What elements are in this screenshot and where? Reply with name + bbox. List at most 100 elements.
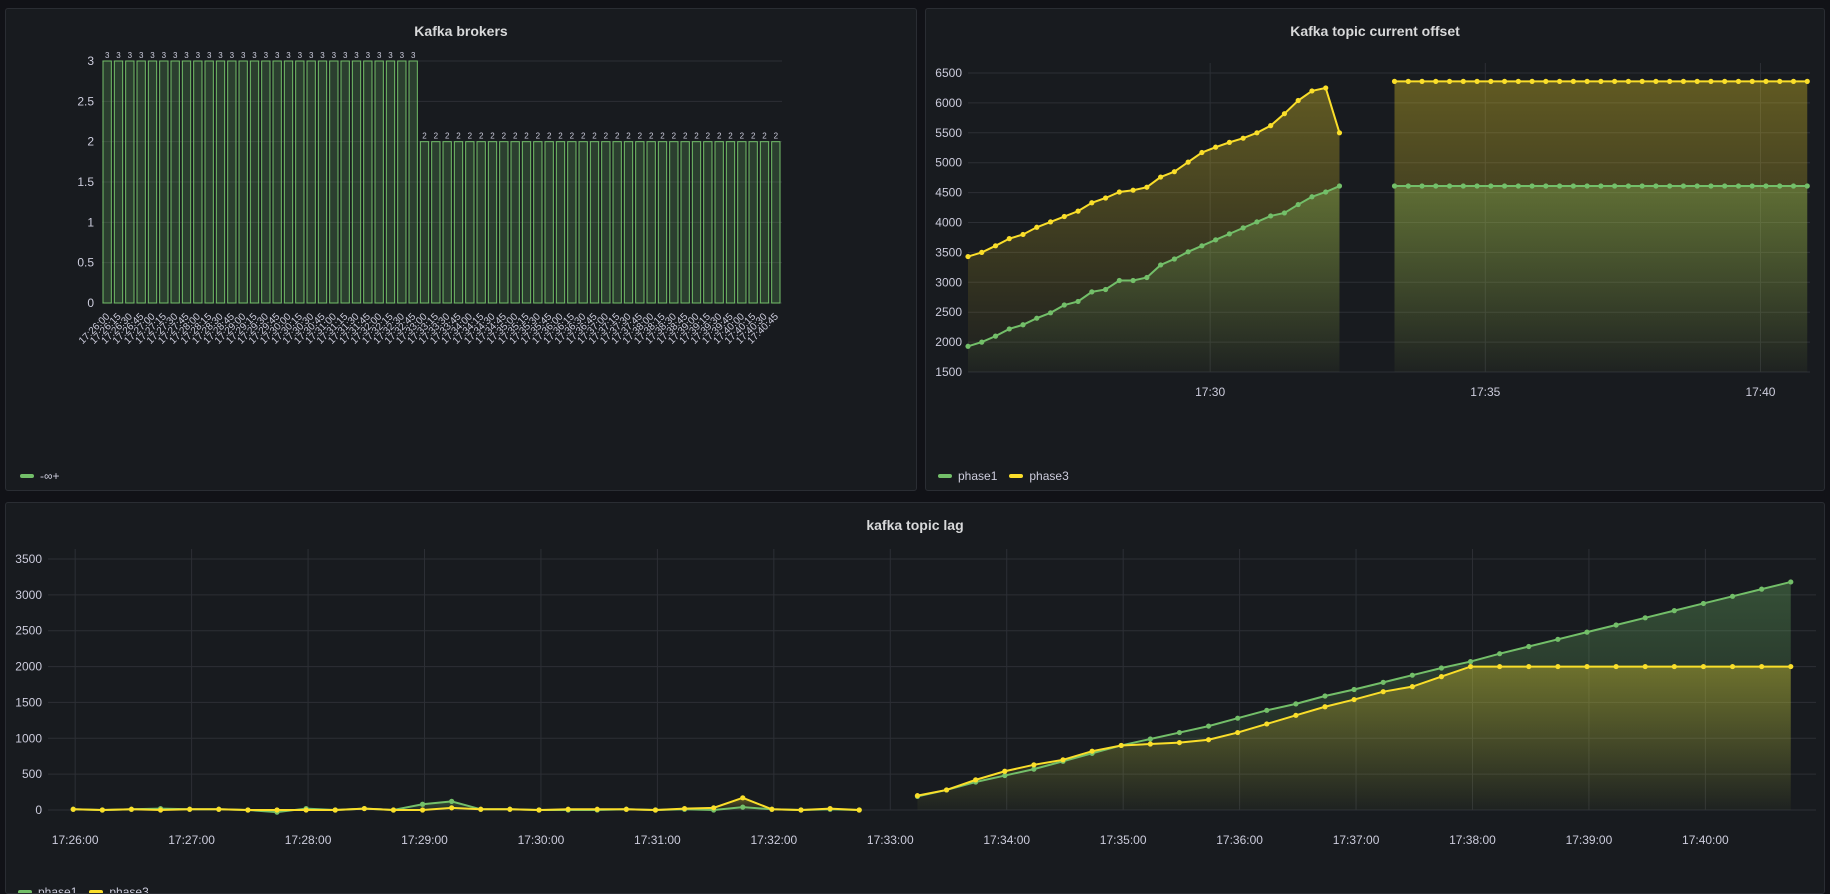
data-point[interactable] (992, 243, 999, 249)
data-point[interactable] (1323, 189, 1329, 195)
data-point[interactable] (1147, 741, 1153, 747)
data-point[interactable] (1226, 139, 1233, 145)
bar[interactable] (102, 60, 112, 304)
bar[interactable] (170, 60, 180, 304)
bar[interactable] (453, 141, 464, 304)
data-point[interactable] (1790, 183, 1797, 189)
bar[interactable] (680, 141, 690, 304)
data-point[interactable] (1268, 213, 1274, 219)
data-point[interactable] (1694, 78, 1700, 84)
data-point[interactable] (303, 807, 309, 813)
data-point[interactable] (1419, 183, 1425, 189)
bar[interactable] (521, 141, 532, 304)
data-point[interactable] (419, 801, 426, 807)
data-point[interactable] (1671, 608, 1677, 614)
bar[interactable] (567, 141, 577, 304)
data-point[interactable] (216, 806, 222, 812)
data-point[interactable] (1130, 277, 1136, 284)
data-point[interactable] (1213, 144, 1219, 150)
data-point[interactable] (1613, 622, 1619, 628)
data-point[interactable] (1625, 183, 1631, 189)
bar[interactable] (510, 141, 520, 304)
bar[interactable] (204, 60, 214, 304)
bar[interactable] (181, 60, 192, 304)
data-point[interactable] (1116, 277, 1122, 284)
data-point[interactable] (965, 253, 971, 260)
data-point[interactable] (1351, 686, 1357, 693)
data-point[interactable] (1102, 195, 1109, 201)
bar[interactable] (737, 141, 747, 304)
legend-item-phase1[interactable]: phase1 (938, 469, 997, 483)
data-point[interactable] (1391, 183, 1398, 189)
data-point[interactable] (1639, 183, 1645, 189)
data-point[interactable] (1281, 210, 1288, 216)
bar[interactable] (465, 141, 475, 304)
bar[interactable] (283, 60, 294, 304)
data-point[interactable] (1405, 78, 1411, 84)
data-point[interactable] (1570, 183, 1576, 189)
legend-item-brokers[interactable]: -∞+ (20, 469, 60, 483)
data-point[interactable] (1584, 663, 1590, 670)
data-point[interactable] (1323, 85, 1329, 91)
bar[interactable] (363, 60, 373, 304)
bar[interactable] (329, 60, 339, 304)
data-point[interactable] (1006, 326, 1012, 332)
bar[interactable] (544, 141, 554, 304)
data-point[interactable] (1438, 665, 1445, 671)
data-point[interactable] (1419, 78, 1425, 84)
data-point[interactable] (1497, 651, 1503, 657)
bar[interactable] (272, 60, 282, 304)
bar[interactable] (125, 60, 135, 304)
data-point[interactable] (1235, 729, 1241, 736)
bar[interactable] (340, 60, 350, 304)
data-point[interactable] (1543, 183, 1549, 189)
bar[interactable] (113, 60, 124, 304)
bar[interactable] (669, 141, 679, 304)
bar[interactable] (714, 141, 724, 304)
bar[interactable] (499, 141, 509, 304)
data-point[interactable] (1763, 78, 1769, 84)
data-point[interactable] (1309, 88, 1315, 94)
data-point[interactable] (1804, 183, 1810, 189)
data-point[interactable] (1722, 78, 1728, 84)
data-point[interactable] (1529, 183, 1535, 189)
data-point[interactable] (1409, 672, 1415, 678)
data-point[interactable] (1089, 748, 1095, 754)
bar[interactable] (147, 60, 158, 304)
data-point[interactable] (128, 806, 135, 812)
data-point[interactable] (1642, 615, 1648, 621)
data-point[interactable] (1293, 712, 1299, 718)
data-point[interactable] (1264, 707, 1270, 713)
data-point[interactable] (1570, 78, 1576, 84)
data-point[interactable] (1708, 183, 1714, 189)
data-point[interactable] (1749, 183, 1755, 189)
data-point[interactable] (1171, 256, 1177, 262)
data-point[interactable] (1351, 696, 1357, 703)
data-point[interactable] (1205, 737, 1212, 743)
data-point[interactable] (419, 807, 426, 813)
data-point[interactable] (1735, 78, 1742, 84)
bar[interactable] (374, 60, 384, 304)
data-point[interactable] (1322, 704, 1328, 710)
data-point[interactable] (1031, 762, 1037, 768)
data-point[interactable] (1639, 78, 1645, 84)
data-point[interactable] (1501, 183, 1508, 189)
data-point[interactable] (1446, 78, 1453, 84)
data-point[interactable] (1526, 663, 1532, 670)
bar[interactable] (578, 141, 588, 304)
data-point[interactable] (1264, 721, 1270, 727)
bar[interactable] (136, 60, 146, 304)
data-point[interactable] (973, 777, 979, 783)
data-point[interactable] (1460, 78, 1466, 84)
data-point[interactable] (1235, 715, 1241, 721)
data-point[interactable] (1116, 189, 1122, 195)
legend-item-phase3[interactable]: phase3 (89, 885, 149, 893)
bar[interactable] (159, 60, 169, 304)
data-point[interactable] (245, 807, 251, 813)
bar[interactable] (227, 60, 237, 304)
data-point[interactable] (1694, 183, 1700, 189)
data-point[interactable] (70, 806, 76, 812)
bar[interactable] (385, 60, 396, 304)
data-point[interactable] (1612, 183, 1618, 189)
bar[interactable] (612, 141, 622, 304)
